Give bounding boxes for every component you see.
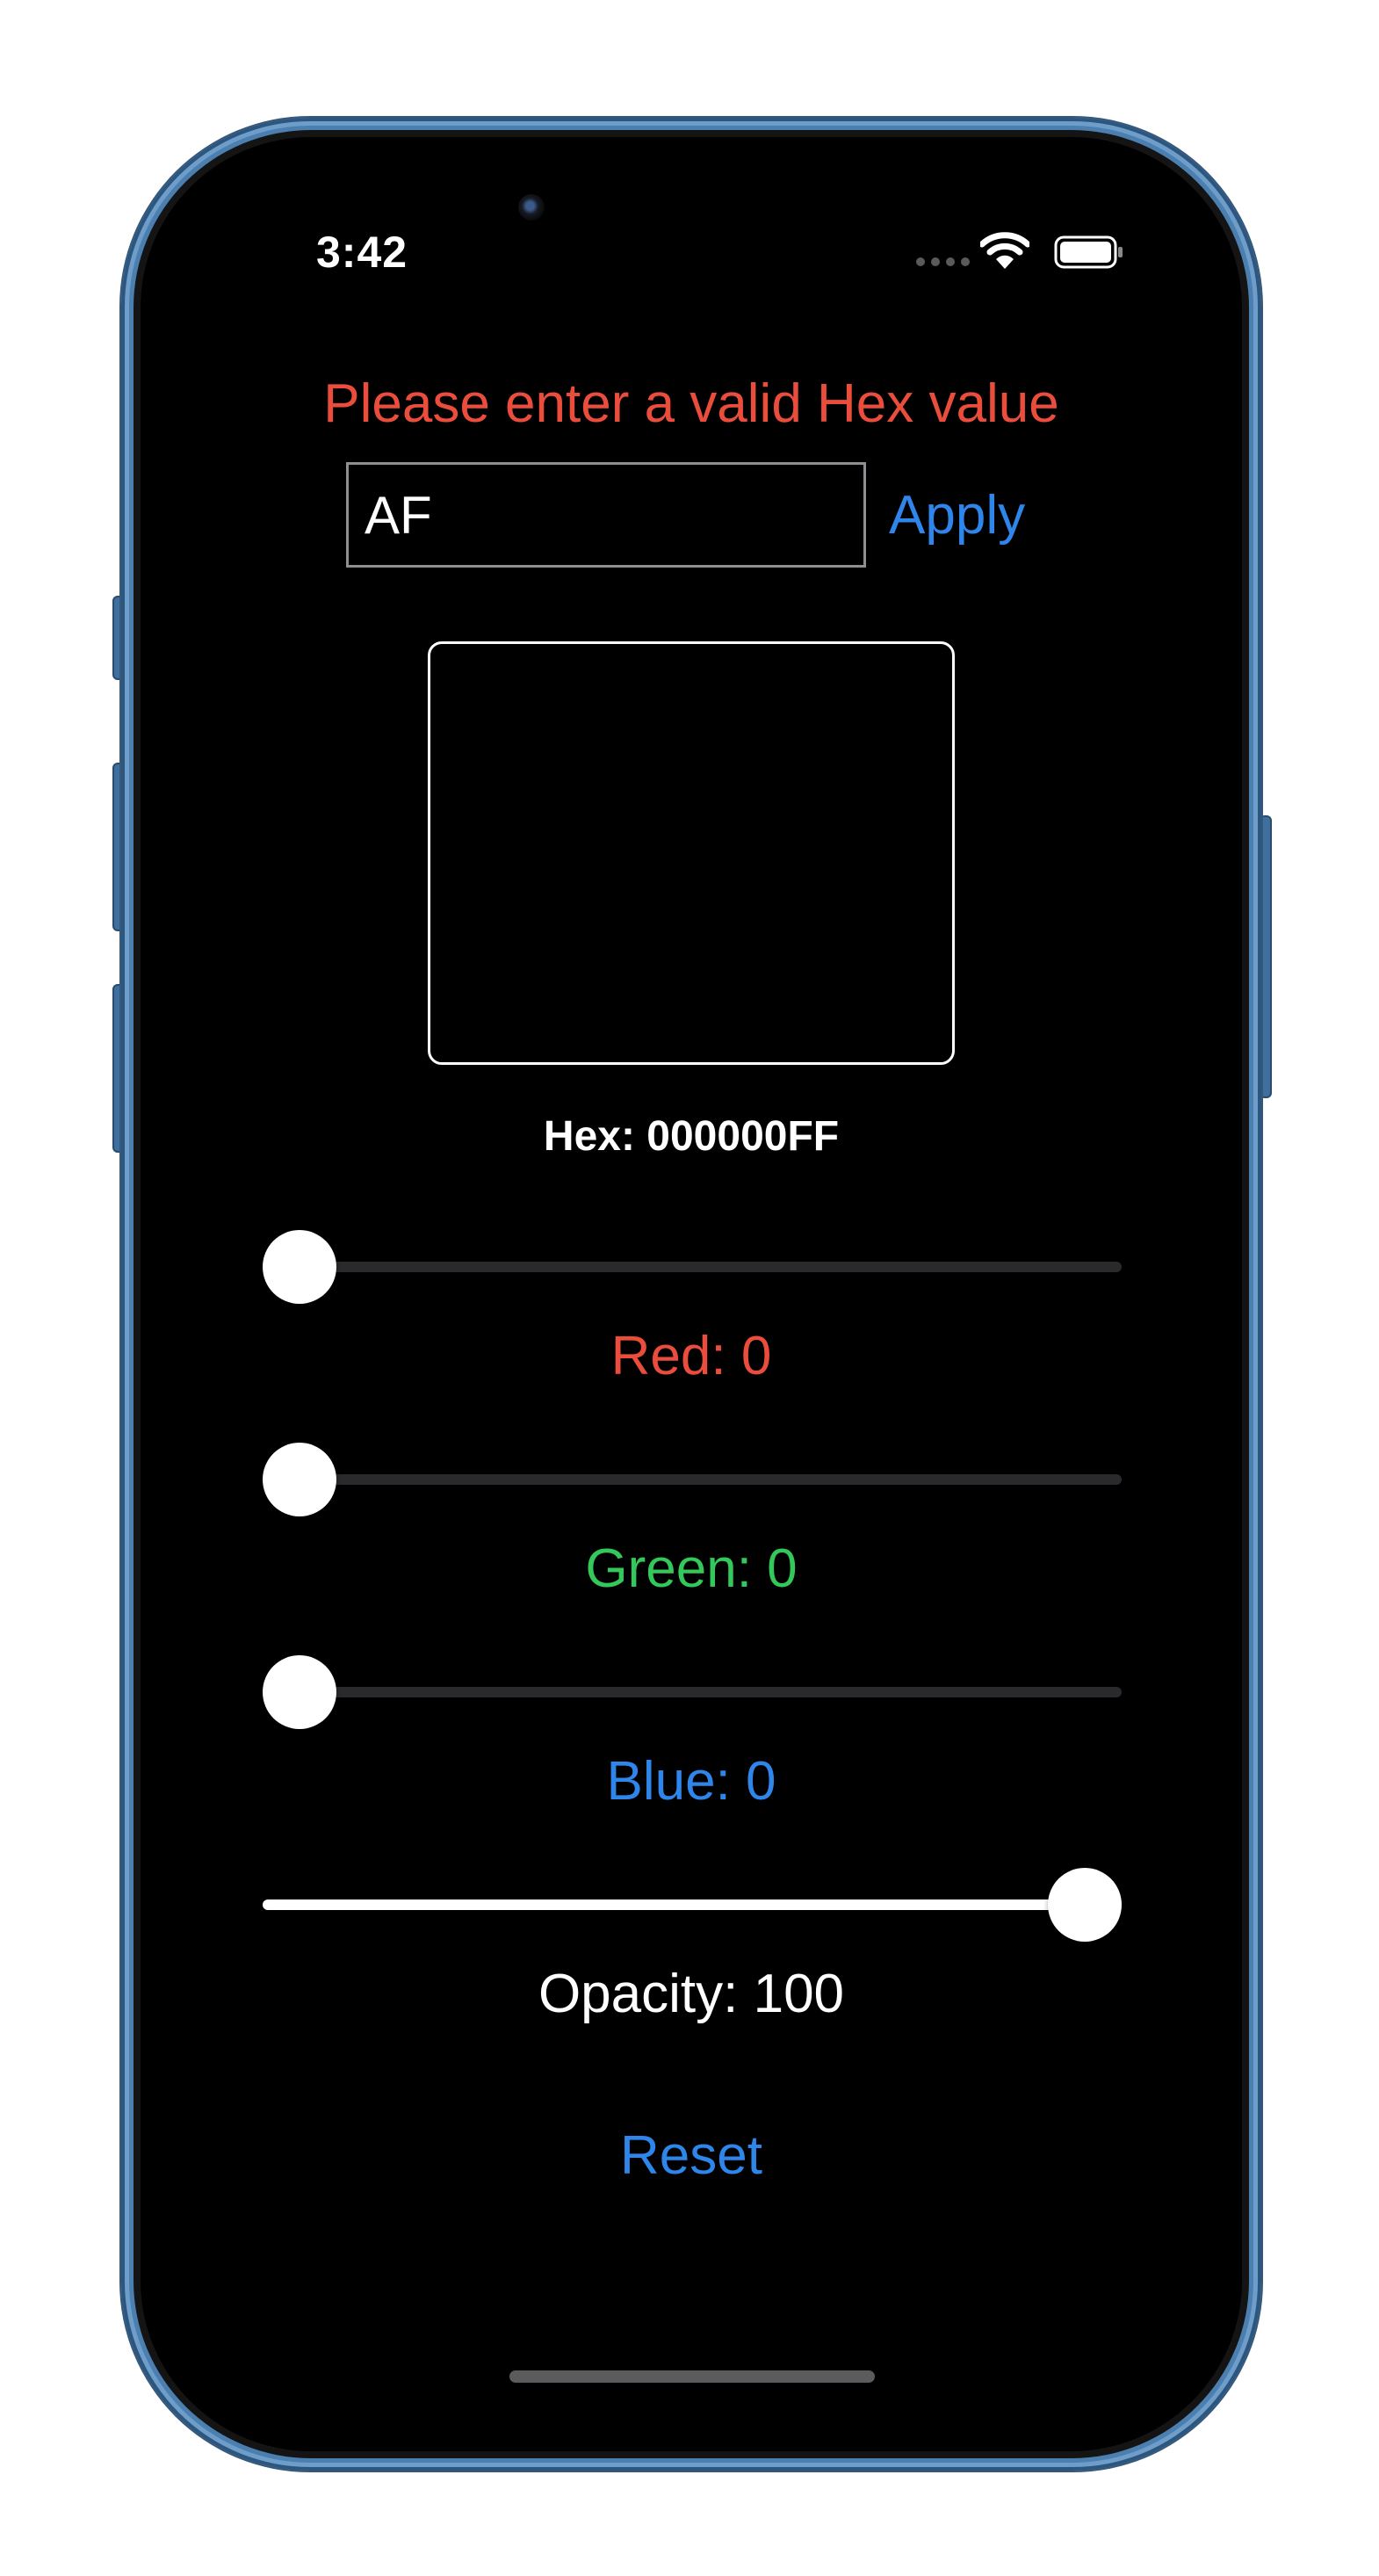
red-slider[interactable] <box>263 1230 1122 1304</box>
slider-thumb[interactable] <box>263 1655 336 1729</box>
slider-thumb[interactable] <box>1048 1868 1122 1942</box>
opacity-value-label: Opacity: 100 <box>538 1964 845 2024</box>
wifi-icon <box>980 232 1029 269</box>
home-indicator <box>509 2370 875 2383</box>
green-value-label: Green: 0 <box>585 1538 798 1599</box>
reset-button[interactable]: Reset <box>141 2124 1242 2187</box>
blue-slider[interactable] <box>263 1655 1122 1729</box>
error-message: Please enter a valid Hex value <box>323 373 1059 434</box>
slider-thumb[interactable] <box>263 1230 336 1304</box>
hex-value-label: Hex: 000000FF <box>543 1113 840 1160</box>
color-preview-swatch <box>428 641 955 1065</box>
hex-input[interactable] <box>346 462 866 568</box>
phone-screen: 3:42 Please enter a valid Hex value Appl… <box>141 137 1242 2451</box>
slider-track <box>263 1474 1122 1485</box>
slider-thumb[interactable] <box>263 1443 336 1516</box>
phone-power-button <box>1260 815 1272 1098</box>
opacity-slider[interactable] <box>263 1868 1122 1942</box>
blue-value-label: Blue: 0 <box>606 1751 776 1812</box>
slider-fill <box>263 1899 1085 1910</box>
apply-button[interactable]: Apply <box>889 484 1025 546</box>
front-camera-icon <box>518 194 545 221</box>
cellular-signal-icon <box>916 257 970 266</box>
battery-icon <box>1054 235 1123 269</box>
green-slider[interactable] <box>263 1443 1122 1516</box>
slider-track <box>263 1687 1122 1697</box>
status-time: 3:42 <box>316 228 408 277</box>
red-value-label: Red: 0 <box>610 1326 772 1386</box>
slider-track <box>263 1262 1122 1272</box>
